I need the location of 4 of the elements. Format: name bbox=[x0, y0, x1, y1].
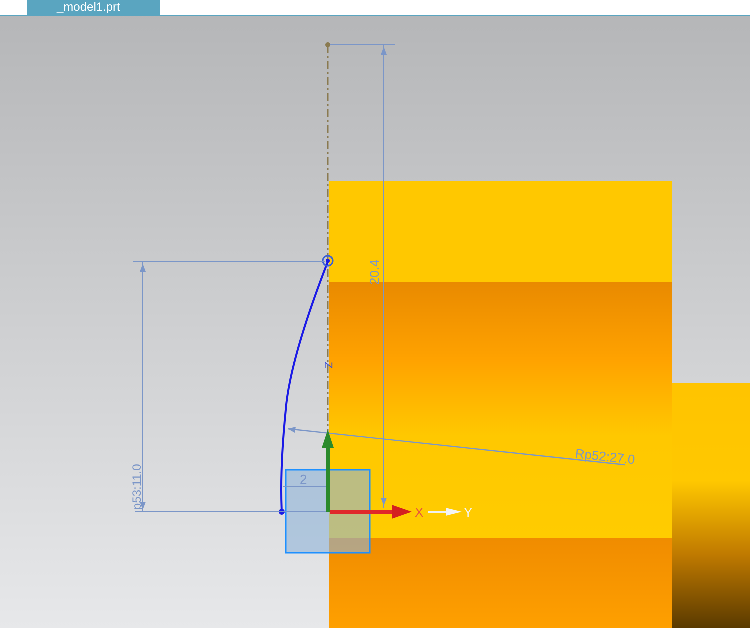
point-marker[interactable] bbox=[279, 509, 285, 515]
document-tab[interactable]: _model1.prt bbox=[27, 0, 160, 15]
point-marker[interactable] bbox=[326, 42, 330, 48]
endpoint-marker[interactable] bbox=[322, 255, 334, 267]
